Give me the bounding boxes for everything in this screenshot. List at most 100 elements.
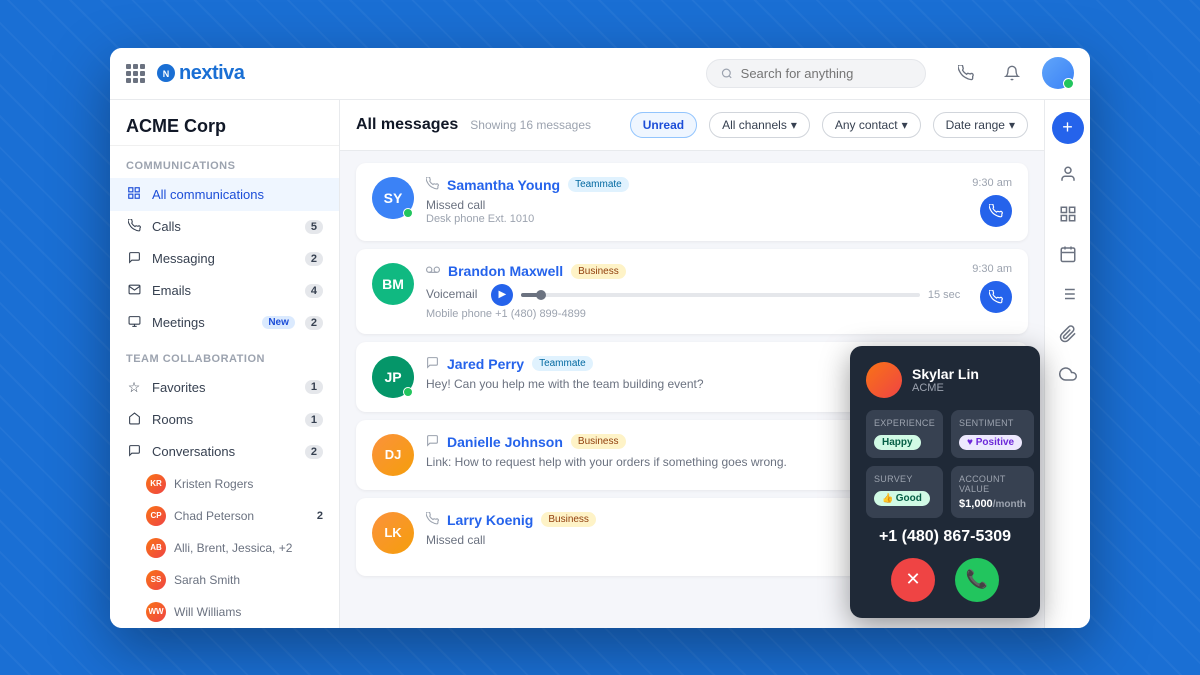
calendar-icon[interactable] (1050, 236, 1086, 272)
sidebar: ACME Corp Communications All communicati… (110, 100, 340, 628)
popup-phone: +1 (480) 867-5309 (866, 528, 1024, 546)
logo[interactable]: N nextiva (157, 62, 244, 85)
popup-person-info: Skylar Lin ACME (912, 366, 979, 394)
phone-nav-icon (958, 65, 974, 81)
sidebar-emails-label: Emails (152, 283, 295, 298)
msg2-call-button[interactable] (980, 281, 1012, 313)
msg2-subtext: Mobile phone +1 (480) 899-4899 (426, 308, 960, 320)
sub-item-sarah[interactable]: SS Sarah Smith (110, 564, 339, 596)
chat-icon-4 (426, 434, 439, 450)
sidebar-item-conversations[interactable]: Conversations 2 (110, 436, 339, 468)
brandon-avatar: BM (372, 263, 414, 305)
top-nav: N nextiva (110, 48, 1090, 100)
calls-icon (126, 219, 142, 235)
sidebar-item-favorites[interactable]: ☆ Favorites 1 (110, 371, 339, 404)
sub-item-group[interactable]: AB Alli, Brent, Jessica, +2 (110, 532, 339, 564)
bell-nav-button[interactable] (996, 57, 1028, 89)
sidebar-item-emails[interactable]: Emails 4 (110, 275, 339, 307)
filter-channels-button[interactable]: All channels ▾ (709, 112, 810, 138)
add-button[interactable]: + (1052, 112, 1084, 144)
grid-menu-icon[interactable] (126, 64, 145, 83)
msg4-name: Danielle Johnson (447, 434, 563, 450)
popup-company: ACME (912, 382, 979, 394)
company-name: ACME Corp (110, 100, 339, 146)
sidebar-item-all-communications[interactable]: All communications (110, 178, 339, 211)
sentiment-stat: SENTIMENT Positive (951, 410, 1034, 458)
sub-item-will[interactable]: WW Will Williams (110, 596, 339, 628)
experience-stat: EXPERIENCE Happy (866, 410, 943, 458)
logo-icon: N (157, 64, 175, 82)
will-name: Will Williams (174, 605, 323, 619)
survey-stat: SURVEY Good (866, 466, 943, 518)
sidebar-calls-label: Calls (152, 219, 295, 234)
kristen-name: Kristen Rogers (174, 477, 323, 491)
emails-icon (126, 283, 142, 299)
filter-contact-button[interactable]: Any contact ▾ (822, 112, 921, 138)
voicemail-progress[interactable] (521, 293, 919, 297)
person-icon[interactable] (1050, 156, 1086, 192)
reject-call-button[interactable]: ✕ (891, 558, 935, 602)
sidebar-item-messaging[interactable]: Messaging 2 (110, 243, 339, 275)
msg1-top: Samantha Young Teammate (426, 177, 960, 193)
popup-person: Skylar Lin ACME (866, 362, 1024, 398)
voicemail-dot (536, 290, 546, 300)
sidebar-item-calls[interactable]: Calls 5 (110, 211, 339, 243)
sub-item-kristen[interactable]: KR Kristen Rogers (110, 468, 339, 500)
msg3-name: Jared Perry (447, 356, 524, 372)
message-card-1[interactable]: SY Samantha Young Teammate Missed call D (356, 163, 1028, 241)
filter-unread-button[interactable]: Unread (630, 112, 697, 138)
msg2-name: Brandon Maxwell (448, 263, 563, 279)
popup-avatar (866, 362, 902, 398)
sidebar-rooms-label: Rooms (152, 412, 295, 427)
search-bar[interactable] (706, 59, 926, 88)
filter-date-button[interactable]: Date range ▾ (933, 112, 1028, 138)
msg1-subtext: Desk phone Ext. 1010 (426, 213, 960, 225)
message-card-2[interactable]: BM Brandon Maxwell Business Voicemail (356, 249, 1028, 334)
voicemail-player: Voicemail ▶ 15 sec (426, 284, 960, 306)
sub-item-chad[interactable]: CP Chad Peterson 2 (110, 500, 339, 532)
phone-nav-button[interactable] (950, 57, 982, 89)
rooms-badge: 1 (305, 413, 323, 427)
sidebar-favorites-label: Favorites (152, 380, 295, 395)
user-avatar-nav[interactable] (1042, 57, 1074, 89)
messages-subtitle: Showing 16 messages (470, 118, 591, 132)
svg-text:SY: SY (384, 190, 403, 206)
voicemail-icon (426, 263, 440, 280)
sidebar-conversations-label: Conversations (152, 444, 295, 459)
msg4-tag: Business (571, 434, 626, 449)
survey-label: SURVEY (874, 474, 935, 484)
sidebar-item-rooms[interactable]: Rooms 1 (110, 404, 339, 436)
favorites-badge: 1 (305, 380, 323, 394)
sentiment-value: Positive (959, 435, 1022, 450)
online-indicator-3 (403, 387, 413, 397)
conversations-badge: 2 (305, 445, 323, 459)
group-avatar: AB (146, 538, 166, 558)
rooms-icon (126, 412, 142, 428)
popup-stats-grid: EXPERIENCE Happy SENTIMENT Positive SURV… (866, 410, 1024, 518)
experience-label: EXPERIENCE (874, 418, 935, 428)
msg1-tag: Teammate (568, 177, 629, 192)
jared-avatar: JP (372, 356, 414, 398)
danielle-avatar: DJ (372, 434, 414, 476)
meetings-new-badge: New (262, 316, 295, 329)
bell-nav-icon (1004, 65, 1020, 81)
msg1-call-button[interactable] (980, 195, 1012, 227)
grid-icon[interactable] (1050, 196, 1086, 232)
account-value: $1,000/month (959, 498, 1026, 510)
sidebar-messaging-label: Messaging (152, 251, 295, 266)
emails-badge: 4 (305, 284, 323, 298)
list-icon[interactable] (1050, 276, 1086, 312)
search-input[interactable] (741, 66, 911, 81)
sidebar-meetings-label: Meetings (152, 315, 252, 330)
cloud-icon[interactable] (1050, 356, 1086, 392)
msg5-tag: Business (541, 512, 596, 527)
sidebar-item-meetings[interactable]: Meetings New 2 (110, 307, 339, 339)
accept-call-button[interactable]: 📞 (955, 558, 999, 602)
msg1-content: Samantha Young Teammate Missed call Desk… (426, 177, 960, 226)
voicemail-duration: 15 sec (928, 289, 960, 301)
popup-name: Skylar Lin (912, 366, 979, 382)
paperclip-icon[interactable] (1050, 316, 1086, 352)
conversations-icon (126, 444, 142, 460)
nav-icons (950, 57, 1074, 89)
voicemail-play-button[interactable]: ▶ (491, 284, 513, 306)
